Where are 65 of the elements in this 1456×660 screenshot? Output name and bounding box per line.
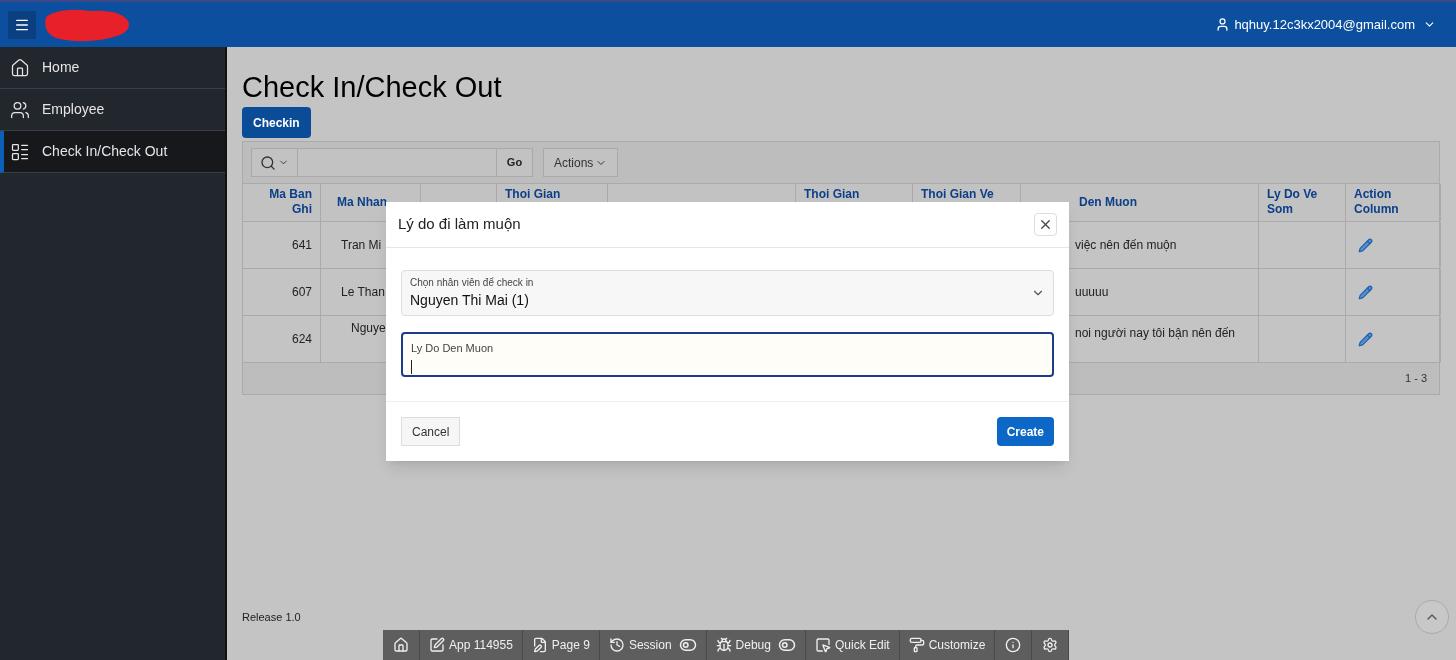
toolbar-button[interactable]: Page 9	[522, 630, 600, 660]
toolbar-button[interactable]: Quick Edit	[805, 630, 900, 660]
column-header[interactable]: Ly Do Ve Som	[1267, 187, 1337, 217]
info-icon	[1005, 637, 1022, 653]
column-header[interactable]: Thoi Gian	[505, 187, 599, 202]
people-icon	[10, 99, 30, 120]
column-header[interactable]: Ma Ban Ghi	[251, 187, 312, 217]
toolbar-button[interactable]: Debug	[706, 630, 806, 660]
column-header[interactable]: Den Muon	[1079, 195, 1250, 210]
actions-button[interactable]: Actions	[543, 148, 619, 177]
home-icon	[10, 57, 30, 78]
column-header[interactable]: Thoi Gian	[804, 187, 904, 202]
paint-roller-icon	[908, 637, 925, 653]
table-cell-text: Le Than	[341, 284, 385, 301]
user-icon	[1215, 17, 1231, 32]
table-cell-text: Nguye	[351, 320, 386, 337]
employee-select[interactable]: Chọn nhân viên để check in Nguyen Thi Mai (1)	[401, 270, 1054, 316]
table-cell-text: việc nên đến muộn	[1075, 237, 1177, 254]
table-cell-text: uuuuu	[1075, 284, 1109, 301]
sidebar-item[interactable]: Home	[0, 47, 225, 89]
pencil-icon	[1358, 284, 1373, 300]
edit-button[interactable]	[1358, 284, 1373, 300]
menu-button[interactable]	[8, 10, 36, 39]
pencil-icon	[1358, 237, 1373, 253]
checkin-button[interactable]: Checkin	[242, 107, 311, 138]
select-label: Chọn nhân viên để check in	[410, 276, 534, 290]
table-cell-text: 607	[291, 284, 312, 301]
toggle-icon	[777, 636, 796, 654]
reason-field[interactable]: Ly Do Den Muon	[401, 332, 1054, 377]
cancel-button[interactable]: Cancel	[401, 417, 461, 446]
toggle-icon	[678, 636, 697, 654]
bug-icon	[715, 637, 732, 653]
page-title: Check In/Check Out	[242, 70, 503, 105]
toolbar-button[interactable]: App 114955	[420, 630, 523, 660]
release-label: Release 1.0	[242, 609, 301, 625]
table-cell-text: 624	[291, 331, 312, 348]
close-icon	[1038, 217, 1053, 232]
list-icon	[10, 141, 30, 162]
table-cell-text: 641	[291, 237, 312, 254]
user-menu[interactable]: hqhuy.12c3kx2004@gmail.com	[1215, 14, 1436, 35]
toolbar-button[interactable]: Customize	[899, 630, 996, 660]
settings-icon	[1042, 637, 1059, 653]
pencil-icon	[1358, 331, 1373, 347]
search-icon	[260, 154, 276, 171]
dialog-title: Lý do đi làm muộn	[398, 214, 521, 235]
select-value: Nguyen Thi Mai (1)	[410, 291, 530, 310]
toolbar-button[interactable]: Session	[599, 630, 707, 660]
go-button[interactable]: Go	[496, 149, 532, 176]
pagination-label: 1 - 3	[1405, 371, 1427, 387]
table-cell-text: Tran Mi	[341, 237, 382, 254]
clock-icon	[608, 637, 625, 653]
close-button[interactable]	[1034, 213, 1057, 236]
home-icon	[393, 637, 409, 653]
edit-icon	[429, 637, 445, 653]
column-header[interactable]: Action Column	[1354, 187, 1432, 217]
field-label: Ly Do Den Muon	[411, 341, 495, 356]
table-cell-text: noi người nay tôi bận nên đến	[1075, 325, 1236, 342]
page-icon	[531, 637, 548, 653]
create-button[interactable]: Create	[996, 417, 1054, 446]
edit-button[interactable]	[1358, 237, 1373, 253]
edit-button[interactable]	[1358, 331, 1373, 347]
sidebar-item[interactable]: Check In/Check Out	[0, 131, 225, 173]
column-header[interactable]: Thoi Gian Ve	[921, 187, 1012, 202]
text-cursor	[411, 359, 412, 374]
cursor-icon	[814, 637, 831, 653]
